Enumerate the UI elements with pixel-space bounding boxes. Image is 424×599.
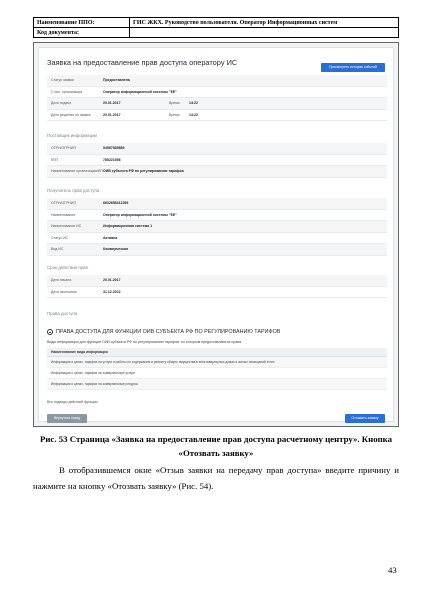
info-row: Дата начала 20.01.2017 [47, 275, 387, 287]
info-row: Дата решения по заявке 20.01.2017 Время … [47, 110, 387, 121]
body-paragraph: В отобразившемся окне «Отзыв заявки на п… [33, 465, 399, 491]
field-label: Вид ИС [51, 247, 64, 252]
field-value: 6632658412269 [103, 201, 129, 206]
info-row: Вид ИС Коммерческая [47, 244, 387, 256]
provider-section-title: Поставщик информации [47, 133, 97, 138]
table-header: Наименование вида информации [47, 348, 387, 357]
info-row: Статус заявки Предоставлена [47, 75, 387, 87]
info-row: ОГРН/ОГРНИП 6632658412269 [47, 198, 387, 210]
figure-screenshot: Заявка на предоставление прав доступа оп… [33, 42, 399, 427]
field-value: 785221556 [103, 157, 121, 162]
figure-caption: Рис. 53 Страница «Заявка на предоставлен… [39, 434, 393, 458]
rights-section-title: Права доступа [47, 311, 78, 316]
period-section-title: Срок действия прав [47, 265, 88, 270]
field-value: 20.01.2017 [103, 101, 121, 106]
info-row: Наименование организации/ИП ОИВ субъекта… [47, 166, 387, 178]
field-label: С исх. организация [51, 89, 83, 94]
time-value: 14:22 [189, 101, 198, 106]
field-value: ОИВ субъекта РФ по регулированию тарифов [103, 169, 184, 174]
field-value: Коммерческая [103, 247, 129, 252]
table-row: Информация о ценах, тарифах на услуги и … [47, 357, 387, 368]
page-number: 43 [388, 565, 397, 575]
field-value: 54567655689 [103, 146, 125, 151]
field-value: 20.01.2017 [103, 278, 121, 283]
back-button[interactable]: Вернуться назад [47, 414, 87, 423]
field-label: Статус заявки [51, 78, 74, 83]
field-label: КПП [51, 157, 59, 162]
table-row: Информация о ценах, тарифах на коммуналь… [47, 379, 387, 390]
info-row: Наименование Оператор информационной сис… [47, 210, 387, 221]
rights-collapse-toggle[interactable]: ПРАВА ДОСТУПА ДЛЯ ФУНКЦИИ ОИВ СУБЪЕКТА Р… [47, 329, 280, 335]
software-value: ГИС ЖКХ. Руководство пользователя. Опера… [129, 17, 399, 28]
info-row: ОГРН/ОГРНИП 54567655689 [47, 143, 387, 155]
view-history-button[interactable]: Просмотреть историю событий [321, 63, 385, 72]
time-label: Время [169, 101, 180, 106]
table-row: Информация о ценах, тарифах на коммуналь… [47, 368, 387, 379]
time-value: 14:22 [189, 112, 198, 117]
provider-group: ОГРН/ОГРНИП 54567655689 КПП 785221556 На… [47, 143, 387, 178]
doc-code-label: Код документа: [33, 27, 130, 38]
receiver-section-title: Получатель прав доступа [47, 188, 100, 193]
time-label: Время [169, 112, 180, 117]
field-label: Наименование организации/ИП [51, 169, 103, 174]
info-row: Наименование ИС Информационная система 1 [47, 221, 387, 233]
field-value: Оператор информационной системы "ЕЕ" [103, 89, 177, 94]
info-kinds-table: Наименование вида информации Информация … [47, 348, 387, 390]
field-value: Информационная система 1 [103, 224, 153, 229]
field-value: Активна [103, 235, 118, 240]
field-label: ОГРН/ОГРНИП [51, 201, 76, 206]
field-label: ОГРН/ОГРНИП [51, 146, 76, 151]
field-value: 20.01.2017 [103, 112, 121, 117]
field-label: Статус ИС [51, 235, 69, 240]
field-label: Дата решения по заявке [51, 112, 91, 117]
field-value: Предоставлена [103, 78, 130, 83]
field-label: Дата начала [51, 278, 72, 283]
info-row: С исх. организация Оператор информационн… [47, 87, 387, 98]
receiver-group: ОГРН/ОГРНИП 6632658412269 Наименование О… [47, 198, 387, 256]
field-value: 31.12.2022 [103, 289, 121, 294]
kinds-label: Виды информации для функции ОИВ субъекта… [47, 340, 242, 344]
info-row: Дата окончания 31.12.2022 [47, 287, 387, 298]
field-label: Дата подачи [51, 101, 72, 106]
recall-request-button[interactable]: Отозвать заявку [345, 414, 385, 423]
rights-title: ПРАВА ДОСТУПА ДЛЯ ФУНКЦИИ ОИВ СУБЪЕКТА Р… [56, 329, 281, 335]
info-row: Статус ИС Активна [47, 233, 387, 244]
request-panel: Заявка на предоставление прав доступа оп… [38, 47, 394, 423]
all-kinds-note: Все подвиды действий функции [47, 400, 98, 404]
software-label: Наименование ППО: [33, 17, 130, 28]
field-label: Наименование [51, 212, 76, 217]
doc-code-value [129, 27, 399, 38]
field-label: Наименование ИС [51, 224, 82, 229]
info-row: КПП 785221556 [47, 155, 387, 166]
status-group: Статус заявки Предоставлена С исх. орган… [47, 75, 387, 121]
field-value: Оператор информационной системы "ЕЕ" [103, 212, 177, 217]
page-title: Заявка на предоставление прав доступа оп… [47, 58, 238, 67]
collapse-icon[interactable] [47, 329, 53, 335]
info-row: Дата подачи 20.01.2017 Время 14:22 [47, 98, 387, 110]
period-group: Дата начала 20.01.2017 Дата окончания 31… [47, 275, 387, 298]
document-header-table: Наименование ППО: ГИС ЖКХ. Руководство п… [33, 17, 399, 38]
field-label: Дата окончания [51, 289, 77, 294]
